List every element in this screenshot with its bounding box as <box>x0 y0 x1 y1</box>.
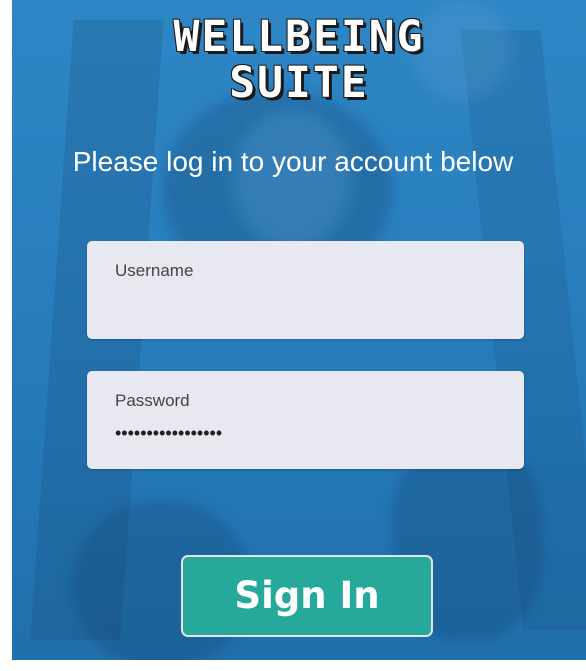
app-logo: WELLBEING SUITE <box>12 14 586 106</box>
login-screen: WELLBEING SUITE Please log in to your ac… <box>0 0 586 671</box>
username-label: Username <box>115 261 194 280</box>
password-label: Password <box>115 391 190 410</box>
logo-line-2: SUITE <box>229 58 369 108</box>
password-field[interactable]: Password ••••••••••••••••• <box>87 371 524 469</box>
login-panel: WELLBEING SUITE Please log in to your ac… <box>12 0 586 660</box>
sign-in-button[interactable]: Sign In <box>181 555 433 637</box>
username-field[interactable]: Username <box>87 241 524 339</box>
username-input[interactable] <box>115 293 495 314</box>
logo-line-1: WELLBEING <box>173 12 425 62</box>
login-subtitle: Please log in to your account below <box>72 146 514 177</box>
password-input[interactable]: ••••••••••••••••• <box>115 423 495 444</box>
